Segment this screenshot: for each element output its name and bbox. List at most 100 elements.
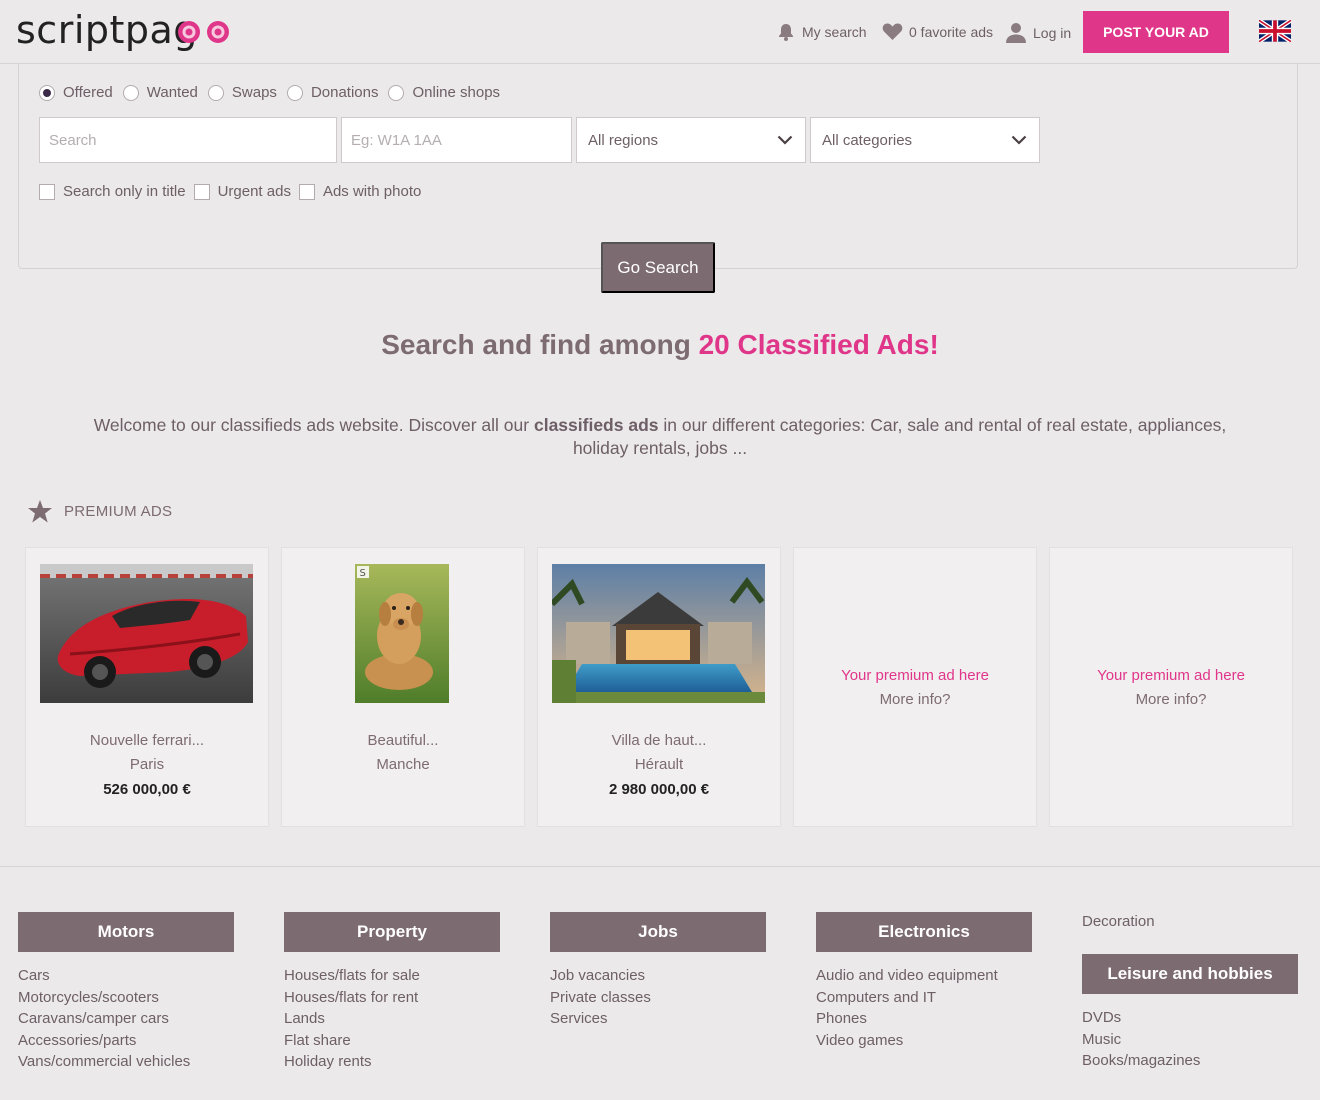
category-decoration[interactable]: Decoration [1082,913,1155,930]
welcome-text: Welcome to our classifieds ads website. … [90,414,1230,460]
subcategory-link[interactable]: Services [550,1008,651,1030]
ad-location: Hérault [634,756,684,773]
uk-flag-icon[interactable] [1259,20,1291,42]
subcategory-link[interactable]: Caravans/camper cars [18,1008,190,1030]
subcategory-link[interactable]: Music [1082,1029,1200,1051]
radio-label: Swaps [231,84,277,101]
search-panel: Offered Wanted Swaps Donations Online sh… [18,64,1298,269]
subcategory-link[interactable]: Private classes [550,987,651,1009]
site-logo[interactable]: scriptpag [16,8,198,52]
ad-location: Paris [129,756,165,773]
leisure-subcategories: DVDs Music Books/magazines [1082,1007,1200,1072]
category-jobs[interactable]: Jobs [550,912,766,952]
more-info-link[interactable]: More info? [794,691,1036,708]
radio-label: Donations [310,84,379,101]
keyword-search-input[interactable]: Search [39,117,337,163]
premium-ad-promo-link[interactable]: Your premium ad here [1050,667,1292,684]
postcode-input[interactable]: Eg: W1A 1AA [341,117,572,163]
region-select[interactable]: All regions [576,117,806,163]
subcategory-link[interactable]: Vans/commercial vehicles [18,1051,190,1073]
logo-text: scriptpag [16,8,198,52]
favorite-ads-link[interactable]: 0 favorite ads [882,22,993,41]
subcategory-link[interactable]: DVDs [1082,1007,1200,1029]
checkbox[interactable] [298,183,315,200]
ad-title[interactable]: Nouvelle ferrari... [26,732,268,749]
radio-button[interactable] [207,84,224,101]
login-label: Log in [1033,24,1072,41]
premium-ad-card[interactable]: S Beautiful... Manche [281,547,525,827]
premium-ad-placeholder[interactable]: Your premium ad here More info? [793,547,1037,827]
radio-donations[interactable]: Donations [286,84,379,101]
ad-title[interactable]: Beautiful... [282,732,524,749]
premium-ads-heading: PREMIUM ADS [28,500,172,523]
category-select[interactable]: All categories [810,117,1040,163]
property-subcategories: Houses/flats for sale Houses/flats for r… [284,965,420,1073]
checkbox[interactable] [193,183,210,200]
welcome-bold: classifieds ads [533,415,659,435]
radio-button[interactable] [122,84,139,101]
headline-prefix: Search and find among [381,329,699,360]
radio-button[interactable] [39,84,55,101]
motors-subcategories: Cars Motorcycles/scooters Caravans/campe… [18,965,190,1073]
subcategory-link[interactable]: Audio and video equipment [816,965,998,987]
subcategory-link[interactable]: Holiday rents [284,1051,420,1073]
ad-title[interactable]: Villa de haut... [538,732,780,749]
welcome-part1: Welcome to our classifieds ads website. … [93,415,534,435]
ad-price: 2 980 000,00 € [608,781,710,798]
subcategory-link[interactable]: Job vacancies [550,965,651,987]
ferrari-photo [40,564,253,703]
option-urgent[interactable]: Urgent ads [193,183,291,200]
checkbox[interactable] [39,183,55,200]
premium-ad-card[interactable]: Nouvelle ferrari... Paris 526 000,00 € [25,547,269,827]
my-search-label: My search [802,24,867,40]
radio-button[interactable] [388,84,405,101]
subcategory-link[interactable]: Lands [284,1008,420,1030]
subcategory-link[interactable]: Accessories/parts [18,1030,190,1052]
subcategory-link[interactable]: Computers and IT [816,987,998,1009]
radio-wanted[interactable]: Wanted [122,84,198,101]
category-property[interactable]: Property [284,912,500,952]
welcome-part2: in our different categories: Car, sale a… [572,415,1227,458]
radio-offered[interactable]: Offered [39,84,113,101]
premium-ad-placeholder[interactable]: Your premium ad here More info? [1049,547,1293,827]
region-selected-value: All regions [588,131,659,149]
subcategory-link[interactable]: Phones [816,1008,998,1030]
site-header: scriptpag My search 0 favorite ads Log i… [0,0,1320,64]
radio-button[interactable] [286,84,303,101]
category-leisure[interactable]: Leisure and hobbies [1082,954,1298,994]
favorite-ads-label: 0 favorite ads [909,23,994,40]
ad-price: 526 000,00 € [103,781,191,798]
go-search-button[interactable]: Go Search [601,242,715,293]
villa-photo [552,564,765,703]
section-divider [0,866,1320,867]
premium-ad-card[interactable]: Villa de haut... Hérault 2 980 000,00 € [537,547,781,827]
post-ad-button[interactable]: POST YOUR AD [1083,11,1229,53]
category-motors[interactable]: Motors [18,912,234,952]
premium-ad-promo-link[interactable]: Your premium ad here [794,667,1036,684]
subcategory-link[interactable]: Houses/flats for rent [284,987,420,1009]
search-options: Search only in title Urgent ads Ads with… [39,183,429,200]
radio-swaps[interactable]: Swaps [207,84,277,101]
radio-label: Wanted [146,84,198,101]
radio-label: Offered [63,84,113,101]
login-link[interactable]: Log in [1005,22,1071,43]
radio-online-shops[interactable]: Online shops [388,84,500,101]
subcategory-link[interactable]: Books/magazines [1082,1050,1200,1072]
subcategory-link[interactable]: Cars [18,965,190,987]
checkbox-label: Search only in title [63,183,186,200]
option-with-photo[interactable]: Ads with photo [298,183,422,200]
page-headline: Search and find among 20 Classified Ads! [0,329,1320,361]
electronics-subcategories: Audio and video equipment Computers and … [816,965,998,1051]
user-icon [1006,23,1026,43]
more-info-link[interactable]: More info? [1050,691,1292,708]
subcategory-link[interactable]: Video games [816,1030,998,1052]
option-title-only[interactable]: Search only in title [39,183,186,200]
category-electronics[interactable]: Electronics [816,912,1032,952]
subcategory-link[interactable]: Houses/flats for sale [284,965,420,987]
my-search-link[interactable]: My search [776,22,867,42]
premium-ads-label: PREMIUM ADS [64,503,173,520]
checkbox-label: Ads with photo [322,183,422,200]
subcategory-link[interactable]: Motorcycles/scooters [18,987,190,1009]
subcategory-link[interactable]: Flat share [284,1030,420,1052]
svg-text:S: S [360,568,366,579]
